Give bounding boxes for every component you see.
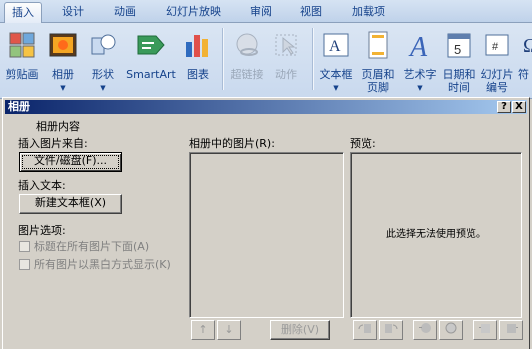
textbox-icon: A — [323, 33, 349, 57]
picture-options-label: 图片选项: — [18, 224, 66, 237]
chart-icon — [186, 35, 208, 57]
symbol-button[interactable]: Ω 符 — [518, 26, 532, 96]
wordart-dropdown-arrow-icon: ▼ — [417, 84, 423, 92]
preview-label: 预览: — [350, 137, 376, 150]
svg-text:5: 5 — [454, 42, 461, 57]
smartart-icon — [137, 35, 165, 55]
svg-text:A: A — [329, 38, 341, 55]
action-icon — [275, 34, 297, 56]
rotate-left-button[interactable] — [353, 320, 377, 340]
album-button[interactable]: 相册 ▼ — [44, 26, 82, 96]
tab-review[interactable]: 审阅 — [250, 3, 272, 21]
ribbon-tab-bar: 插入 设计 动画 幻灯片放映 审阅 视图 加载项 — [0, 0, 532, 23]
rotate-left-icon — [358, 324, 371, 333]
contrast-up-button[interactable] — [413, 320, 437, 340]
pictures-list[interactable] — [189, 152, 344, 318]
svg-text:Ω: Ω — [523, 35, 532, 57]
insert-text-label: 插入文本: — [18, 179, 66, 192]
brightness-down-button[interactable] — [499, 320, 523, 340]
smartart-button[interactable]: SmartArt — [124, 26, 178, 96]
header-footer-button[interactable]: 页眉和 页脚 — [356, 26, 400, 96]
move-up-button[interactable]: ↑ — [191, 320, 215, 340]
hyperlink-button[interactable]: 超链接 — [226, 26, 268, 96]
contrast-down-icon — [445, 322, 457, 334]
svg-text:A: A — [408, 32, 428, 60]
close-button[interactable]: X — [512, 101, 526, 113]
clip-art-label: 剪贴画 — [5, 68, 39, 81]
black-white-label: 所有图片以黑白方式显示(K) — [34, 258, 171, 271]
captions-checkbox[interactable] — [19, 241, 30, 252]
symbol-label: 符 — [518, 68, 529, 81]
shapes-icon — [91, 34, 116, 55]
insert-picture-from-label: 插入图片来自: — [18, 137, 88, 150]
file-disk-button[interactable]: 文件/磁盘(F)... — [19, 152, 122, 172]
new-textbox-button[interactable]: 新建文本框(X) — [19, 194, 122, 214]
ribbon-separator — [222, 28, 224, 90]
shapes-label: 形状 — [92, 68, 114, 81]
wordart-button[interactable]: A 艺术字 ▼ — [400, 26, 440, 96]
move-down-button[interactable]: ↓ — [217, 320, 241, 340]
preview-pane: 此选择无法使用预览。 — [350, 152, 522, 318]
header-footer-icon — [368, 31, 388, 59]
action-button[interactable]: 动作 — [268, 26, 304, 96]
clip-art-icon — [9, 32, 35, 58]
tab-design[interactable]: 设计 — [62, 3, 84, 21]
black-white-checkbox[interactable] — [19, 259, 30, 270]
rotate-right-icon — [385, 324, 398, 333]
chart-button[interactable]: 图表 — [180, 26, 216, 96]
tab-insert[interactable]: 插入 — [4, 2, 42, 23]
hyperlink-icon — [236, 33, 258, 56]
pictures-in-album-label: 相册中的图片(R): — [189, 137, 275, 150]
slide-number-icon: # — [485, 34, 509, 56]
slide-number-button[interactable]: # 幻灯片 编号 — [478, 26, 516, 96]
tab-animation[interactable]: 动画 — [114, 3, 136, 21]
smartart-label: SmartArt — [126, 68, 176, 81]
album-content-heading: 相册内容 — [36, 120, 80, 133]
preview-message: 此选择无法使用预览。 — [386, 229, 486, 240]
tab-view[interactable]: 视图 — [300, 3, 322, 21]
datetime-button[interactable]: 5 日期和 时间 — [440, 26, 478, 96]
brightness-up-button[interactable] — [473, 320, 497, 340]
action-label: 动作 — [275, 68, 297, 81]
chart-label: 图表 — [187, 68, 209, 81]
contrast-up-icon — [419, 323, 431, 333]
wordart-icon: A — [408, 32, 428, 60]
photo-album-dialog: 相册 ? X 相册内容 插入图片来自: 文件/磁盘(F)... 插入文本: 新建… — [2, 97, 530, 349]
dialog-titlebar: 相册 ? X — [5, 100, 527, 114]
dialog-title: 相册 — [8, 100, 30, 113]
tab-addins[interactable]: 加载项 — [352, 3, 385, 21]
captions-label: 标题在所有图片下面(A) — [34, 240, 150, 253]
svg-text:#: # — [492, 41, 499, 53]
arrow-up-icon: ↑ — [198, 323, 208, 336]
brightness-down-icon — [507, 324, 518, 333]
remove-button[interactable]: 删除(V) — [270, 320, 330, 340]
wordart-label: 艺术字 — [403, 68, 437, 81]
rotate-right-button[interactable] — [379, 320, 403, 340]
shapes-dropdown-arrow-icon: ▼ — [100, 84, 106, 92]
header-footer-label: 页眉和 页脚 — [361, 68, 395, 94]
ribbon: 插入 设计 动画 幻灯片放映 审阅 视图 加载项 剪贴画 相册 ▼ 形状 ▼ S… — [0, 0, 532, 99]
hyperlink-label: 超链接 — [230, 68, 264, 81]
tab-slideshow[interactable]: 幻灯片放映 — [166, 3, 221, 21]
calendar-icon: 5 — [447, 33, 471, 58]
album-dropdown-arrow-icon: ▼ — [60, 84, 66, 92]
symbol-icon: Ω — [523, 35, 532, 57]
textbox-label: 文本框 — [319, 68, 353, 81]
brightness-up-icon — [479, 324, 490, 333]
datetime-label: 日期和 时间 — [442, 68, 476, 94]
clip-art-button[interactable]: 剪贴画 — [2, 26, 42, 96]
album-icon — [49, 33, 77, 57]
arrow-down-icon: ↓ — [224, 323, 234, 336]
textbox-button[interactable]: A 文本框 ▼ — [316, 26, 356, 96]
contrast-down-button[interactable] — [439, 320, 463, 340]
album-label: 相册 — [52, 68, 74, 81]
help-button[interactable]: ? — [497, 101, 511, 113]
shapes-button[interactable]: 形状 ▼ — [84, 26, 122, 96]
textbox-dropdown-arrow-icon: ▼ — [333, 84, 339, 92]
ribbon-separator — [312, 28, 314, 90]
slide-number-label: 幻灯片 编号 — [480, 68, 514, 94]
